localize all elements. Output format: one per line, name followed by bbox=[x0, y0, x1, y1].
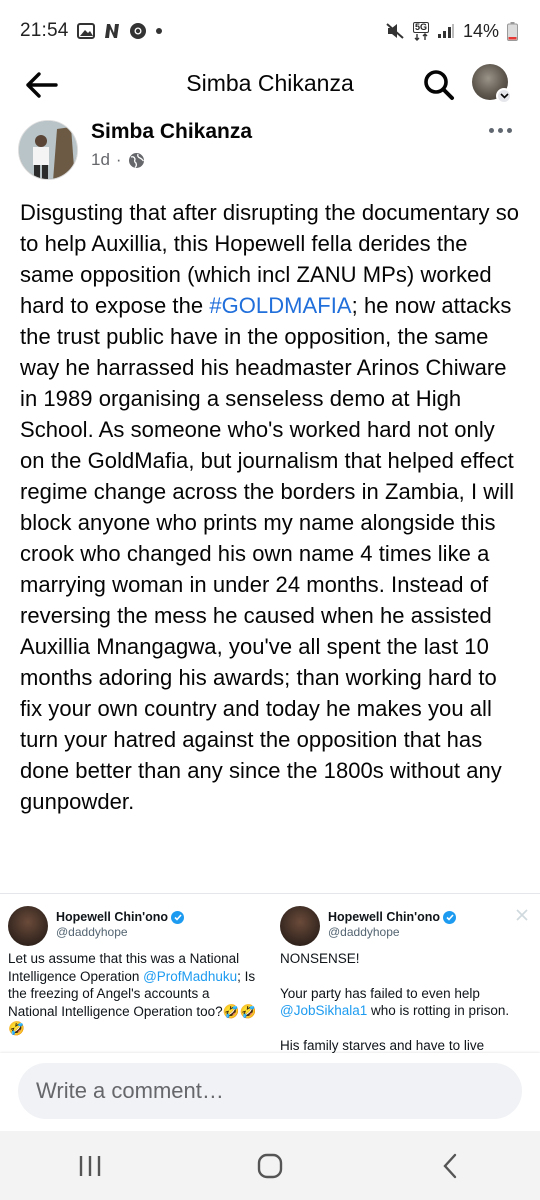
gallery-icon bbox=[76, 23, 95, 39]
page-title: Simba Chikanza bbox=[186, 70, 354, 96]
recent-apps-icon bbox=[79, 1155, 101, 1176]
post-body: Disgusting that after disrupting the doc… bbox=[20, 197, 525, 817]
more-icon bbox=[488, 127, 494, 133]
post-more-button[interactable] bbox=[482, 118, 518, 142]
tweet-text: Let us assume that this was a National I… bbox=[8, 950, 260, 1038]
post-meta: 1d · bbox=[91, 150, 145, 170]
tweet-text-part: who is rotting in prison. bbox=[367, 1003, 510, 1018]
status-left: 21:54 bbox=[20, 20, 163, 42]
post-author-name[interactable]: Simba Chikanza bbox=[91, 120, 252, 144]
tweet-screenshot-1[interactable]: Hopewell Chin'ono @daddyhope Let us assu… bbox=[0, 894, 270, 1053]
network-5g-icon: 5G bbox=[412, 21, 429, 41]
chevron-down-icon bbox=[496, 88, 512, 104]
x-logo-icon bbox=[516, 908, 530, 922]
home-icon bbox=[257, 1153, 283, 1178]
status-right: 5G 14% bbox=[385, 21, 518, 42]
mute-icon bbox=[385, 22, 405, 40]
system-nav-bar bbox=[0, 1131, 540, 1200]
more-icon-dot bbox=[497, 127, 503, 133]
globe-icon bbox=[128, 152, 144, 168]
status-time: 21:54 bbox=[20, 20, 69, 41]
n-app-icon bbox=[103, 23, 121, 39]
post-header: Simba Chikanza 1d · bbox=[0, 116, 540, 186]
tweet-name-text: Hopewell Chin'ono bbox=[56, 910, 168, 924]
meta-separator: · bbox=[115, 150, 122, 169]
network-label: 5G bbox=[412, 21, 429, 33]
author-avatar[interactable] bbox=[18, 120, 78, 180]
tweet-name-text: Hopewell Chin'ono bbox=[328, 910, 440, 924]
tweet-avatar bbox=[280, 906, 320, 946]
chrome-icon bbox=[129, 22, 147, 40]
post-image-gallery[interactable]: Hopewell Chin'ono @daddyhope Let us assu… bbox=[0, 893, 540, 1053]
verified-icon bbox=[443, 910, 456, 924]
tweet-author-name: Hopewell Chin'ono bbox=[56, 910, 184, 924]
tweet-mention: @ProfMadhuku bbox=[143, 968, 238, 984]
recent-apps-button[interactable] bbox=[60, 1141, 120, 1191]
profile-menu-button[interactable] bbox=[472, 64, 514, 106]
tweet-line: NONSENSE! bbox=[280, 951, 360, 966]
nav-back-button[interactable] bbox=[420, 1141, 480, 1191]
search-button[interactable] bbox=[420, 66, 458, 104]
tweet-mention: @JobSikhala1 bbox=[280, 1003, 368, 1018]
status-bar: 21:54 5G 14% bbox=[0, 0, 540, 62]
verified-icon bbox=[171, 910, 184, 924]
hashtag-link[interactable]: #GOLDMAFIA bbox=[209, 293, 351, 318]
search-icon bbox=[424, 70, 454, 100]
tweet-line: His family starves and have to live bbox=[280, 1037, 485, 1053]
battery-percent: 14% bbox=[462, 20, 499, 41]
tweet-handle: @daddyhope bbox=[328, 925, 400, 939]
notification-dot-icon bbox=[155, 27, 163, 35]
app-header: Simba Chikanza bbox=[0, 62, 540, 106]
battery-icon bbox=[507, 21, 518, 41]
post-age[interactable]: 1d bbox=[91, 150, 110, 170]
tweet-avatar bbox=[8, 906, 48, 946]
tweet-text: NONSENSE! Your party has failed to even … bbox=[280, 950, 532, 1053]
signal-icon bbox=[437, 23, 455, 39]
more-icon-dot bbox=[506, 127, 512, 133]
nav-back-icon bbox=[443, 1153, 457, 1178]
tweet-author-name: Hopewell Chin'ono bbox=[328, 910, 456, 924]
comment-input[interactable]: Write a comment… bbox=[18, 1063, 522, 1119]
tweet-handle: @daddyhope bbox=[56, 925, 128, 939]
comment-bar: Write a comment… bbox=[0, 1053, 540, 1131]
tweet-paragraph: Your party has failed to even help @JobS… bbox=[280, 985, 532, 1020]
tweet-text-part: Your party has failed to even help bbox=[280, 985, 480, 1001]
tweet-screenshot-2[interactable]: Hopewell Chin'ono @daddyhope NONSENSE! Y… bbox=[270, 894, 540, 1053]
post-text-part-2: ; he now attacks the trust public have i… bbox=[20, 293, 515, 814]
home-button[interactable] bbox=[240, 1141, 300, 1191]
